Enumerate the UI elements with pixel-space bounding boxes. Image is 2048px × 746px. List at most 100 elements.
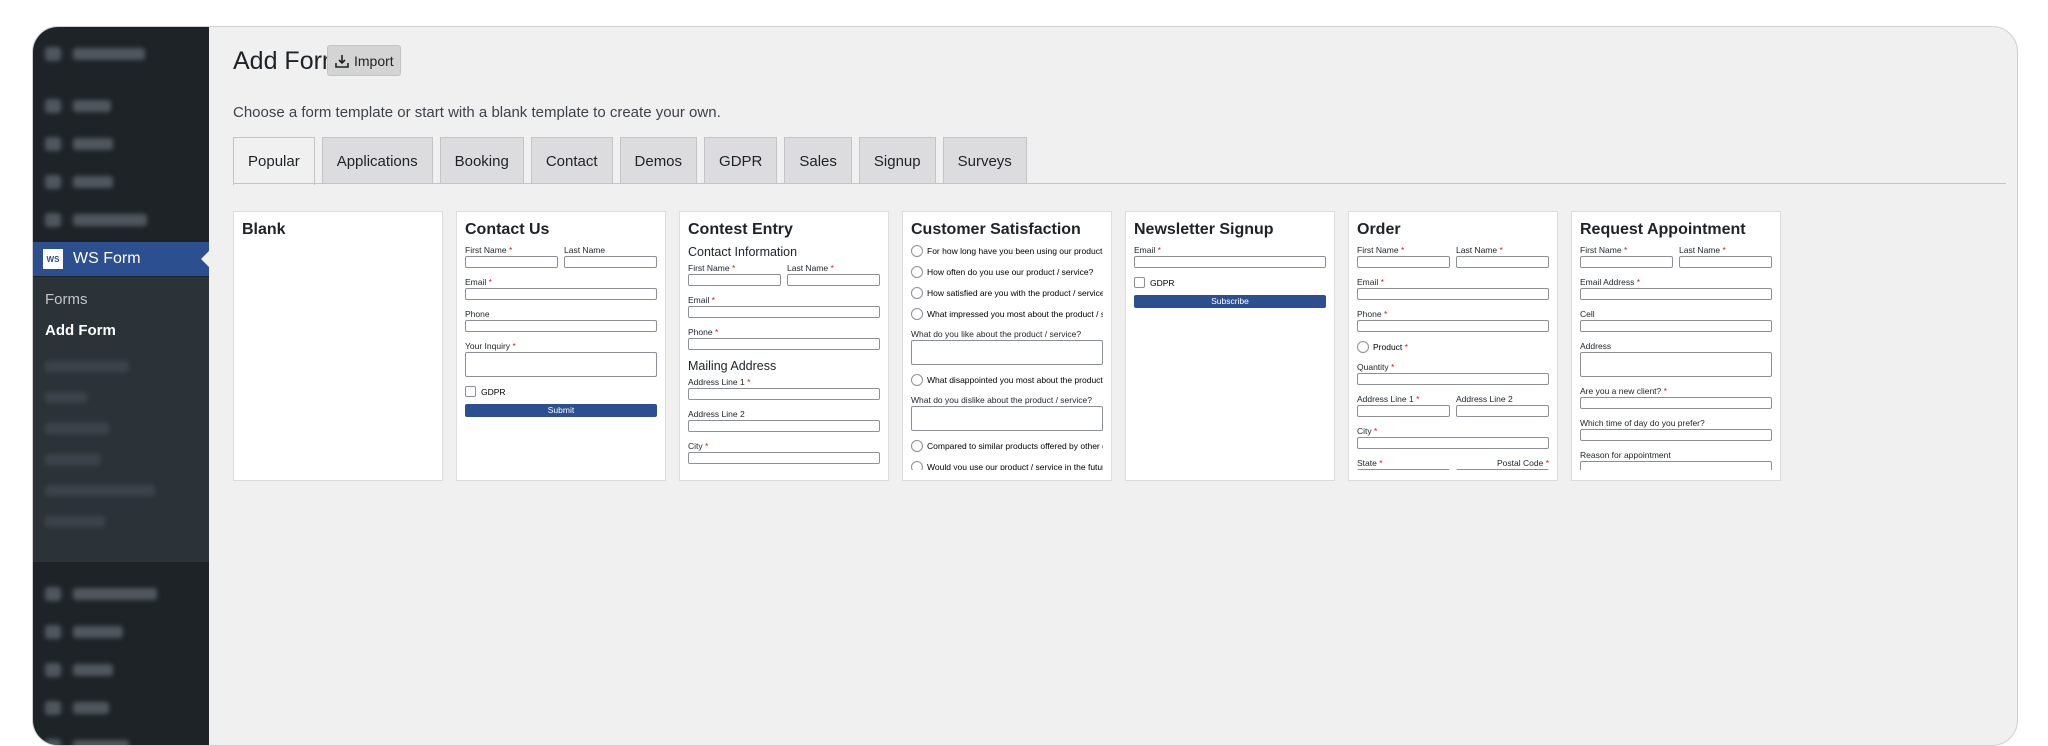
field-label: Email * (465, 277, 492, 287)
submenu-item[interactable] (45, 516, 105, 527)
tab-surveys[interactable]: Surveys (942, 137, 1027, 184)
preview-radio: How satisfied are you with the product /… (911, 287, 1103, 299)
preview-input (1357, 288, 1549, 300)
sidebar-item-tools[interactable] (33, 691, 209, 725)
preview-input (787, 274, 880, 286)
preview-input (1679, 256, 1772, 268)
field-label: Last Name (564, 245, 606, 255)
preview-input (1580, 429, 1772, 441)
submenu-item[interactable] (45, 485, 155, 496)
preview-radio: What disappointed you most about the pro… (911, 374, 1103, 386)
template-title: Contest Entry (688, 221, 793, 238)
template-title: Order (1357, 221, 1401, 238)
tab-demos[interactable]: Demos (619, 137, 698, 184)
sidebar-item-users[interactable] (33, 653, 209, 687)
preview-radio: What impressed you most about the produc… (911, 308, 1103, 320)
template-title: Contact Us (465, 221, 550, 238)
preview-input (1357, 437, 1549, 449)
sidebar-item-pages[interactable] (33, 165, 209, 199)
preview-input (465, 256, 558, 268)
template-title: Request Appointment (1580, 221, 1746, 238)
template-card-customer-satisfaction[interactable]: Customer Satisfaction For how long have … (902, 211, 1112, 481)
main-content: Add Form Import Choose a form template o… (209, 27, 2017, 745)
preview-textarea (1580, 352, 1772, 377)
field-label: Last Name * (787, 263, 834, 273)
field-label: Address Line 1 * (1357, 394, 1420, 404)
template-card-contest-entry[interactable]: Contest Entry Contact Information First … (679, 211, 889, 481)
preview-input (1580, 288, 1772, 300)
tab-contact[interactable]: Contact (530, 137, 613, 184)
tab-booking[interactable]: Booking (439, 137, 524, 184)
preview-textarea (911, 406, 1103, 431)
current-menu-arrow-icon (201, 251, 209, 267)
sidebar-item-dashboard[interactable] (33, 37, 209, 71)
field-label: Which time of day do you prefer? (1580, 418, 1705, 428)
preview-input (688, 452, 880, 464)
field-label: What do you like about the product / ser… (911, 329, 1082, 339)
template-card-contact-us[interactable]: Contact Us First Name * Last Name Email … (456, 211, 666, 481)
field-label: Address Line 1 * (688, 377, 751, 387)
field-label: First Name * (465, 245, 513, 255)
field-label: Phone (465, 309, 490, 319)
page-subtitle: Choose a form template or start with a b… (233, 104, 721, 121)
preview-input (1357, 373, 1549, 385)
submenu-add-form[interactable]: Add Form (45, 322, 116, 339)
sidebar-item-label: WS Form (73, 250, 141, 267)
sidebar-item-comments[interactable] (33, 203, 209, 237)
field-label: Phone * (1357, 309, 1388, 319)
preview-checkbox: GDPR (1134, 277, 1326, 288)
preview-input (1357, 405, 1450, 417)
field-label: State * (1357, 458, 1383, 468)
preview-textarea (911, 340, 1103, 365)
tab-popular[interactable]: Popular (233, 137, 315, 185)
field-label: City * (688, 441, 709, 451)
preview-input (564, 256, 657, 268)
preview-submit-button: Submit (465, 404, 657, 417)
sidebar-item-appearance[interactable] (33, 577, 209, 611)
submenu-item[interactable] (45, 423, 109, 434)
template-title: Blank (242, 221, 286, 238)
sidebar-item-plugins[interactable] (33, 615, 209, 649)
field-label: Email Address * (1580, 277, 1641, 287)
preview-input (1580, 397, 1772, 409)
sidebar-item-ws-form[interactable]: WS WS Form (33, 242, 209, 276)
sidebar-item-settings[interactable] (33, 729, 209, 745)
tab-sales[interactable]: Sales (784, 137, 852, 184)
submenu-item[interactable] (45, 361, 129, 372)
template-card-newsletter-signup[interactable]: Newsletter Signup Email * GDPR Subscribe (1125, 211, 1335, 481)
field-label: Your Inquiry * (465, 341, 516, 351)
sidebar-item-posts[interactable] (33, 89, 209, 123)
tab-gdpr[interactable]: GDPR (704, 137, 778, 184)
field-label: Email * (688, 295, 715, 305)
submenu-item[interactable] (45, 454, 101, 465)
preview-checkbox: GDPR (465, 386, 657, 397)
preview-input (688, 420, 880, 432)
template-card-request-appointment[interactable]: Request Appointment First Name * Last Na… (1571, 211, 1781, 481)
preview-input (1580, 256, 1673, 268)
template-list: Blank Contact Us First Name * Last Name … (233, 211, 1794, 481)
field-label: First Name * (1580, 245, 1628, 255)
tab-applications[interactable]: Applications (321, 137, 433, 184)
section-heading: Contact Information (688, 245, 798, 259)
preview-input (1357, 256, 1450, 268)
preview-input (465, 320, 657, 332)
field-label: Cell (1580, 309, 1595, 319)
preview-input (1580, 320, 1772, 332)
submenu-item[interactable] (45, 392, 87, 403)
ws-form-submenu: Forms Add Form (33, 277, 209, 562)
import-button[interactable]: Import (327, 45, 401, 76)
section-heading: Mailing Address (688, 359, 777, 373)
sidebar-item-media[interactable] (33, 127, 209, 161)
template-card-order[interactable]: Order First Name * Last Name * Email * P… (1348, 211, 1558, 481)
submenu-forms[interactable]: Forms (45, 291, 88, 308)
preview-input (1134, 256, 1326, 268)
field-label: Phone * (688, 327, 719, 337)
field-label: Email * (1357, 277, 1384, 287)
preview-radio: Product * (1357, 341, 1549, 353)
field-label: First Name * (1357, 245, 1405, 255)
field-label: Quantity * (1357, 362, 1395, 372)
preview-textarea (465, 352, 657, 377)
field-label: Last Name * (1679, 245, 1726, 255)
tab-signup[interactable]: Signup (858, 137, 936, 184)
template-card-blank[interactable]: Blank (233, 211, 443, 481)
